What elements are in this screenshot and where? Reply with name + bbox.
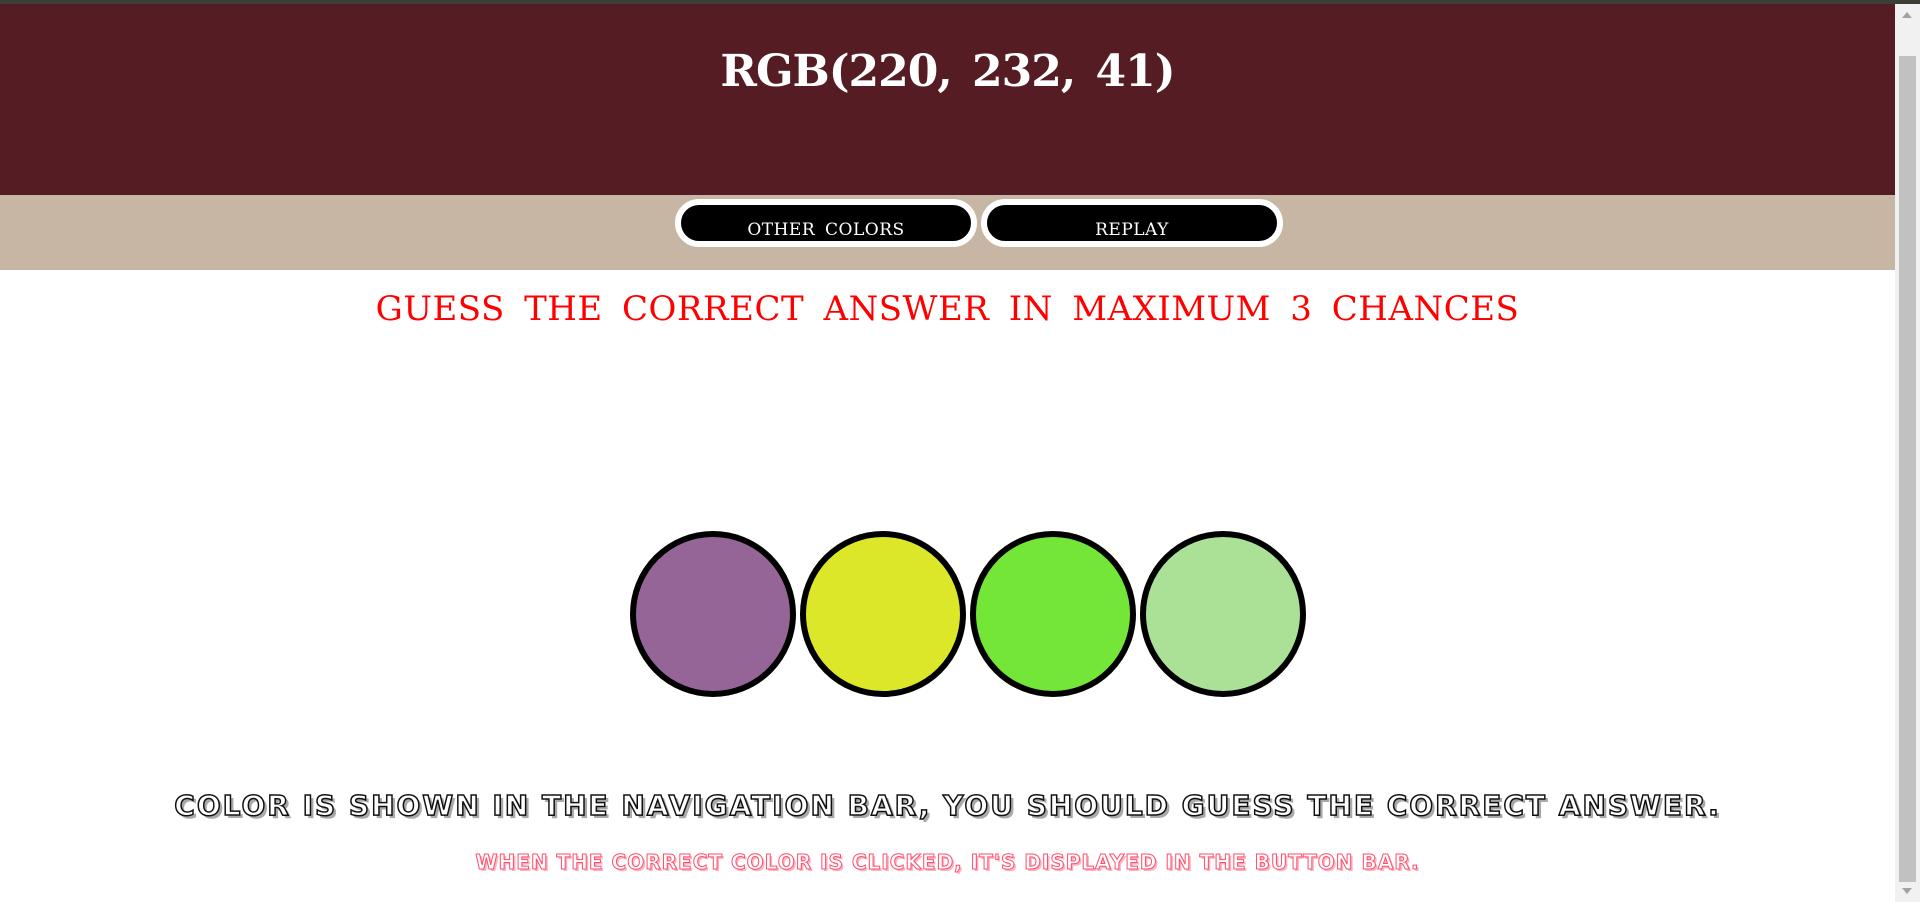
scroll-down-icon[interactable] [1902,888,1912,894]
game-page: RGB(220, 232, 41) OTHER COLORS REPLAY GU… [0,4,1895,902]
color-options [630,531,1310,697]
rgb-target-title: RGB(220, 232, 41) [720,46,1175,97]
color-option-2[interactable] [800,531,966,697]
color-option-4[interactable] [1140,531,1306,697]
scroll-up-icon[interactable] [1902,12,1912,18]
color-option-1[interactable] [630,531,796,697]
footer-description: COLOR IS SHOWN IN THE NAVIGATION BAR, YO… [174,788,1721,823]
navigation-bar: RGB(220, 232, 41) [0,4,1895,195]
button-bar: OTHER COLORS REPLAY [0,195,1895,270]
footer-hint: WHEN THE CORRECT COLOR IS CLICKED, IT'S … [475,850,1420,875]
scrollbar-thumb[interactable] [1899,56,1916,882]
other-colors-button[interactable]: OTHER COLORS [675,199,977,247]
instruction-heading: GUESS THE CORRECT ANSWER IN MAXIMUM 3 CH… [375,289,1520,329]
replay-button[interactable]: REPLAY [981,199,1283,247]
color-option-3[interactable] [970,531,1136,697]
vertical-scrollbar[interactable] [1895,4,1920,902]
